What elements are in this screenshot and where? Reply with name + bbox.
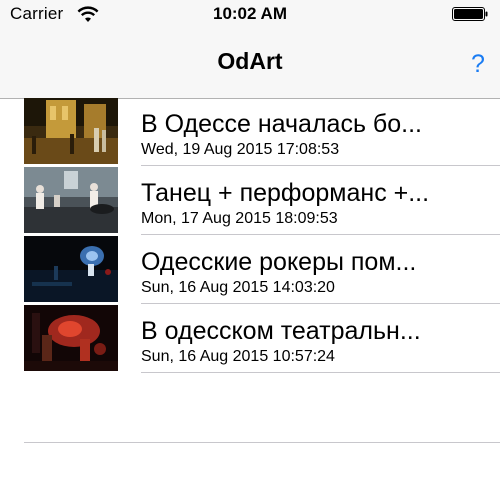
- app-screen: Carrier 10:02 AM OdArt ? В Одессе начала…: [0, 0, 500, 500]
- article-title: В одесском театральн...: [141, 317, 421, 345]
- list-item[interactable]: В одесском театральн... Sun, 16 Aug 2015…: [0, 305, 500, 374]
- article-thumbnail: [24, 98, 118, 164]
- article-title: Танец + перформанс +...: [141, 179, 430, 207]
- article-date: Mon, 17 Aug 2015 18:09:53: [141, 210, 338, 227]
- battery-full-icon: [452, 7, 488, 21]
- row-divider: [141, 234, 500, 235]
- list-item[interactable]: Танец + перформанс +... Mon, 17 Aug 2015…: [0, 167, 500, 236]
- row-divider: [141, 303, 500, 304]
- article-thumbnail: [24, 167, 118, 233]
- status-bar: Carrier 10:02 AM: [0, 0, 500, 30]
- article-date: Sun, 16 Aug 2015 14:03:20: [141, 279, 335, 296]
- row-divider: [141, 372, 500, 373]
- article-thumbnail: [24, 236, 118, 302]
- list-item[interactable]: В Одессе началась бо... Wed, 19 Aug 2015…: [0, 98, 500, 167]
- status-time: 10:02 AM: [212, 4, 287, 23]
- navigation-bar: Carrier 10:02 AM OdArt ?: [0, 0, 500, 99]
- article-list[interactable]: В Одессе началась бо... Wed, 19 Aug 2015…: [0, 98, 500, 374]
- article-title: В Одессе началась бо...: [141, 110, 422, 138]
- empty-row-divider: [24, 442, 500, 443]
- article-date: Sun, 16 Aug 2015 10:57:24: [141, 348, 335, 365]
- article-date: Wed, 19 Aug 2015 17:08:53: [141, 141, 340, 158]
- article-thumbnail: [24, 305, 118, 371]
- article-title: Одесские рокеры пом...: [141, 248, 417, 276]
- row-divider: [141, 165, 500, 166]
- page-title: OdArt: [217, 48, 283, 74]
- list-item[interactable]: Одесские рокеры пом... Sun, 16 Aug 2015 …: [0, 236, 500, 305]
- help-button[interactable]: ?: [466, 47, 490, 81]
